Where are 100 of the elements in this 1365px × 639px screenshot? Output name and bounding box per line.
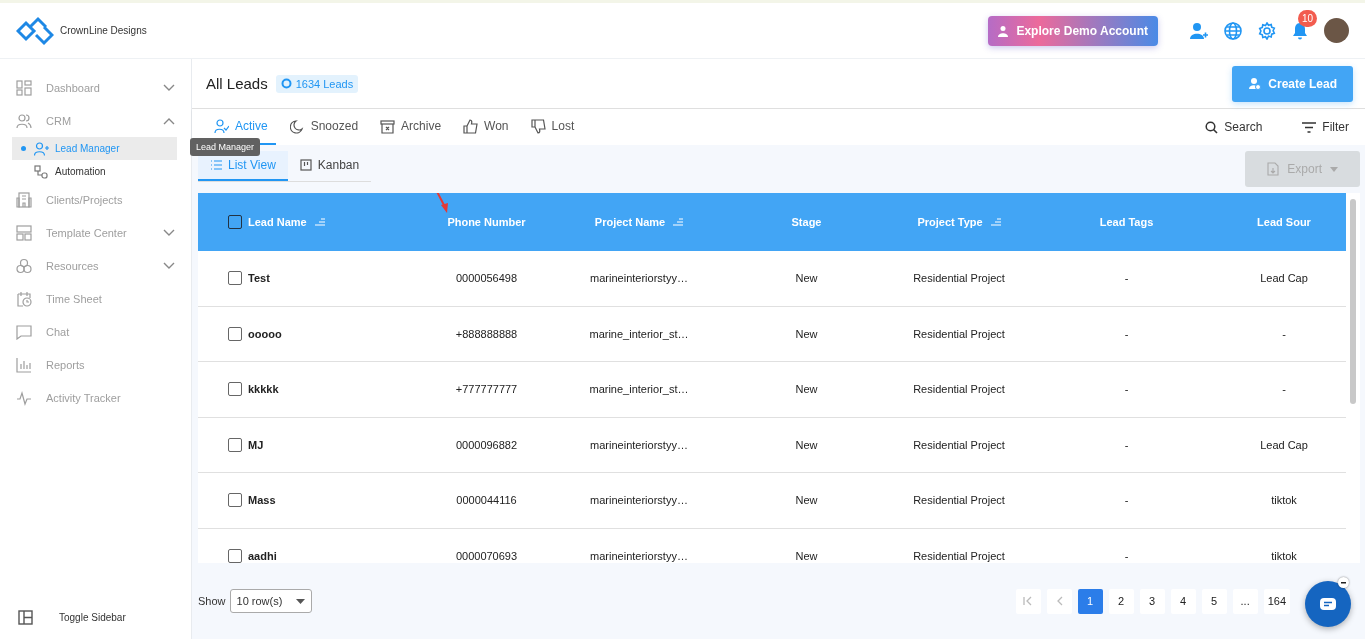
globe-icon[interactable] (1224, 21, 1242, 40)
table-cell: - (1124, 549, 1129, 562)
table-cell: aadhi (248, 549, 277, 562)
column-header: Stage (791, 216, 822, 228)
page-button[interactable]: 2 (1108, 588, 1134, 614)
add-user-icon[interactable] (1190, 21, 1208, 40)
first-page-icon (1023, 596, 1034, 606)
search-button[interactable]: Search (1199, 109, 1269, 145)
column-header[interactable]: Project Type (917, 216, 983, 228)
logo-icon (16, 15, 54, 46)
sidebar-label: Resources (46, 259, 100, 272)
table-cell: Test (248, 272, 270, 285)
lead-count-badge: 1634 Leads (275, 74, 359, 93)
submenu-label: Automation (55, 166, 106, 177)
filter-button[interactable]: Filter (1296, 109, 1355, 145)
column-header: Lead Sour (1257, 216, 1311, 228)
sidebar-label: Reports (46, 358, 86, 371)
table-cell: kkkkk (248, 383, 279, 396)
table-cell: New (795, 438, 818, 451)
page-button[interactable]: 4 (1170, 588, 1196, 614)
status-tab[interactable]: Won (455, 109, 517, 145)
filter-icon (1302, 121, 1317, 133)
table-cell: - (1124, 327, 1129, 340)
chat-icon (16, 323, 32, 340)
row-checkbox[interactable] (228, 382, 242, 397)
page-button[interactable]: 164 (1263, 588, 1290, 614)
table-cell: marine_interior_st… (589, 383, 689, 396)
table-cell: +777777777 (455, 383, 518, 396)
notification-count: 10 (1298, 9, 1318, 27)
page-button[interactable]: 1 (1077, 588, 1103, 614)
row-checkbox[interactable] (228, 326, 242, 341)
file-download-icon (1267, 162, 1280, 176)
page-button[interactable]: 5 (1201, 588, 1227, 614)
select-all-checkbox[interactable] (228, 215, 242, 229)
table-cell: New (795, 549, 818, 562)
table-cell: - (1124, 272, 1129, 285)
sidebar-item[interactable]: Template Center (12, 216, 191, 249)
table-cell: Residential Project (913, 438, 1005, 451)
table-cell: Lead Cap (1260, 272, 1308, 285)
user-check-icon (214, 118, 229, 134)
column-header[interactable]: Lead Name (248, 216, 307, 228)
sidebar-label: Activity Tracker (46, 391, 122, 404)
table-cell: New (795, 383, 818, 396)
brand-name: CrownLine Designs (60, 25, 147, 36)
table-cell: 0000070693 (455, 549, 518, 562)
status-tab[interactable]: Archive (372, 109, 450, 145)
table-cell: +888888888 (455, 327, 518, 340)
sidebar-label: Dashboard (46, 81, 101, 94)
page-button[interactable]: ... (1232, 588, 1258, 614)
explore-demo-button[interactable]: Explore Demo Account (988, 15, 1158, 46)
minimize-icon[interactable] (1338, 577, 1349, 588)
table-cell: MJ (248, 438, 264, 451)
table-cell: Residential Project (913, 549, 1005, 562)
row-checkbox[interactable] (228, 493, 242, 508)
thumbs-up-icon (463, 118, 479, 134)
table-cell: marineinteriorstyy… (590, 272, 688, 285)
chart-icon (16, 356, 32, 373)
thumbs-down-icon (530, 118, 546, 134)
users-icon (16, 112, 32, 129)
table-cell: marineinteriorstyy… (590, 549, 688, 562)
submenu-item[interactable]: Automation (12, 160, 177, 183)
scrollbar[interactable] (1346, 193, 1360, 563)
sidebar-label: Clients/Projects (46, 193, 124, 206)
sidebar-item[interactable]: Reports (12, 348, 191, 381)
rows-per-page-select[interactable]: 10 row(s) (229, 589, 313, 613)
page-button[interactable]: 3 (1139, 588, 1165, 614)
row-checkbox[interactable] (228, 437, 242, 452)
tooltip: Lead Manager (190, 138, 261, 156)
show-label: Show (198, 595, 226, 607)
view-tab[interactable]: Kanban (287, 151, 372, 181)
sidebar-item[interactable]: Activity Tracker (12, 381, 191, 414)
page-title: All Leads (206, 75, 268, 92)
grid-icon (16, 79, 32, 96)
column-header: Lead Tags (1099, 216, 1154, 228)
create-lead-button[interactable]: Create Lead (1232, 65, 1353, 102)
sidebar-item[interactable]: Dashboard (12, 71, 191, 104)
status-tab[interactable]: Snoozed (281, 109, 367, 145)
kanban-icon (299, 159, 312, 171)
table-cell: Residential Project (913, 272, 1005, 285)
row-checkbox[interactable] (228, 271, 242, 286)
sidebar-item[interactable]: Clients/Projects (12, 183, 191, 216)
sidebar-label: Chat (46, 325, 71, 338)
avatar[interactable] (1324, 18, 1349, 43)
sidebar-layout-icon (18, 610, 33, 625)
table-cell: Lead Cap (1260, 438, 1308, 451)
row-checkbox[interactable] (228, 548, 242, 563)
search-icon (1205, 120, 1219, 134)
submenu-item[interactable]: Lead Manager (12, 137, 177, 160)
table-cell: marineinteriorstyy… (590, 494, 688, 507)
toggle-sidebar-button[interactable]: Toggle Sidebar (12, 604, 191, 631)
caret-icon (296, 598, 306, 604)
settings-icon[interactable] (1258, 21, 1276, 40)
sidebar-item[interactable]: Resources (12, 249, 191, 282)
sidebar-item[interactable]: Time Sheet (12, 282, 191, 315)
sidebar-item[interactable]: CRM (12, 104, 191, 137)
sidebar-item[interactable]: Chat (12, 315, 191, 348)
column-header[interactable]: Project Name (594, 216, 666, 228)
pulse-icon (16, 389, 32, 406)
archive-box-icon (380, 118, 396, 134)
status-tab[interactable]: Lost (522, 109, 583, 145)
